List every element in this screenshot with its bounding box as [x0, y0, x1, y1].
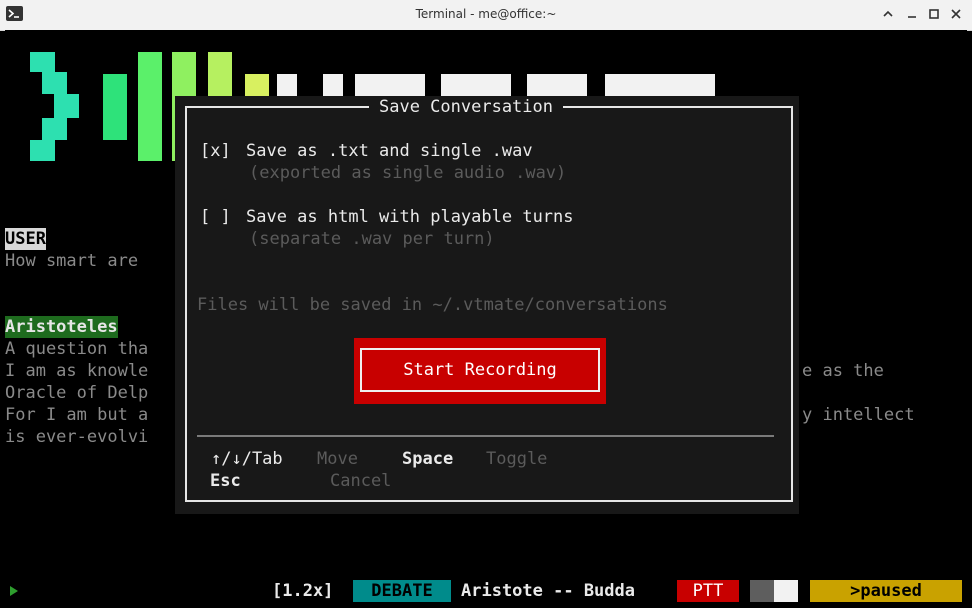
option-html-label[interactable]: Save as html with playable turns [246, 206, 574, 228]
assistant-label: Aristoteles [5, 316, 118, 338]
option-html-checkbox[interactable]: [ ] [200, 206, 231, 228]
user-message: How smart are [5, 251, 139, 271]
hint-key-cancel: Esc [210, 471, 241, 491]
window-title: Terminal - me@office:~ [415, 7, 557, 21]
play-icon [10, 586, 18, 596]
keep-above-icon[interactable] [880, 6, 896, 22]
level-meter-dark [750, 580, 774, 602]
assistant-line-tail: y intellect [802, 405, 915, 425]
assistant-line-tail: e as the [802, 361, 884, 381]
assistant-line: A question tha [5, 339, 149, 359]
user-label: USER [5, 228, 46, 250]
hint-key-toggle: Space [402, 449, 454, 469]
assistant-line: Oracle of Delp [5, 383, 149, 403]
dialog-divider [197, 435, 774, 437]
mode-badge: DEBATE [353, 580, 451, 602]
start-recording-button[interactable]: Start Recording [360, 348, 600, 392]
hint-desc-cancel: Cancel [330, 471, 392, 491]
option-txt-description: (exported as single audio .wav) [249, 163, 567, 183]
minimize-icon[interactable] [904, 6, 920, 22]
level-meter-light [774, 580, 798, 602]
option-txt-checkbox[interactable]: [x] [200, 140, 231, 162]
paused-status: >paused [810, 580, 962, 602]
title-bar: Terminal - me@office:~ [0, 0, 972, 31]
close-icon[interactable] [948, 6, 964, 22]
assistant-line: is ever-evolvi [5, 427, 149, 447]
assistant-line: I am as knowle [5, 361, 149, 381]
hint-desc-move: Move [317, 449, 358, 469]
terminal-window: Terminal - me@office:~ USER How smart ar… [0, 0, 972, 608]
hint-desc-toggle: Toggle [486, 449, 548, 469]
dialog-title: Save Conversation [369, 96, 563, 118]
ptt-badge: PTT [677, 580, 739, 602]
assistant-line: For I am but a [5, 405, 149, 425]
terminal-area[interactable]: USER How smart are Aristoteles A questio… [5, 30, 967, 608]
option-html-description: (separate .wav per turn) [249, 229, 495, 249]
maximize-icon[interactable] [926, 6, 942, 22]
option-txt-label[interactable]: Save as .txt and single .wav [246, 140, 533, 162]
participants: Aristote -- Budda [461, 581, 635, 601]
save-location-info: Files will be saved in ~/.vtmate/convers… [197, 295, 668, 315]
speed-indicator: [1.2x] [272, 581, 334, 601]
hint-key-move: ↑/↓/Tab [211, 449, 283, 469]
